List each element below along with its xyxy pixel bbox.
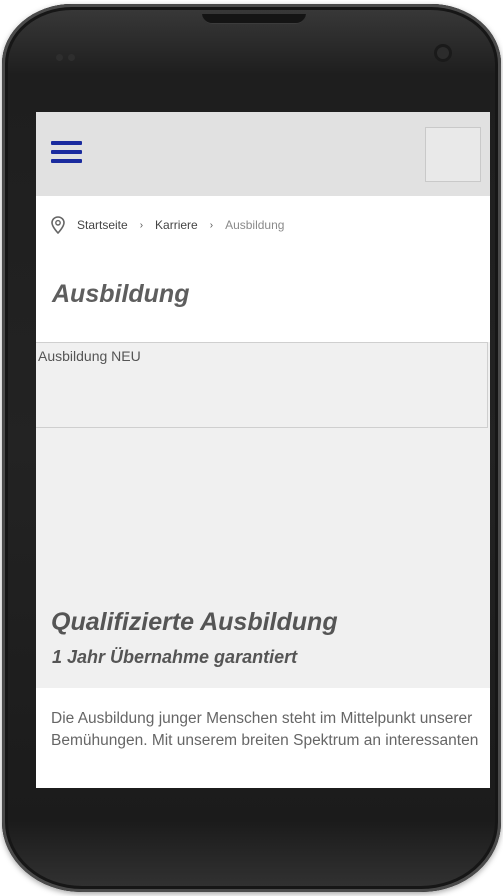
breadcrumb-separator: ›: [139, 219, 144, 231]
hero-banner: Ausbildung NEU Qualifizierte Ausbildung …: [36, 342, 490, 688]
hamburger-menu-icon[interactable]: [51, 139, 83, 165]
hero-image-alt-text: Ausbildung NEU: [38, 348, 141, 364]
phone-screen: Startseite › Karriere › Ausbildung Ausbi…: [36, 112, 490, 788]
breadcrumb-current: Ausbildung: [225, 218, 285, 232]
intro-paragraph: Die Ausbildung junger Menschen steht im …: [51, 710, 479, 749]
breadcrumb-link-karriere[interactable]: Karriere: [155, 218, 198, 232]
breadcrumb-link-startseite[interactable]: Startseite: [77, 218, 128, 232]
map-pin-icon: [51, 216, 65, 234]
page-title: Ausbildung: [52, 280, 190, 308]
menu-bar: [51, 150, 82, 154]
menu-bar: [51, 141, 82, 145]
breadcrumb: Startseite › Karriere › Ausbildung: [51, 216, 284, 234]
breadcrumb-separator: ›: [209, 219, 214, 231]
hero-heading: Qualifizierte Ausbildung: [51, 608, 338, 636]
hero-subheading: 1 Jahr Übernahme garantiert: [52, 647, 298, 667]
site-logo[interactable]: [425, 127, 481, 182]
site-header: [36, 112, 490, 196]
phone-camera: [434, 44, 452, 62]
hero-image-placeholder: Ausbildung NEU: [36, 342, 488, 428]
phone-sensors: [56, 48, 96, 61]
menu-bar: [51, 159, 82, 163]
phone-speaker: [202, 14, 306, 24]
